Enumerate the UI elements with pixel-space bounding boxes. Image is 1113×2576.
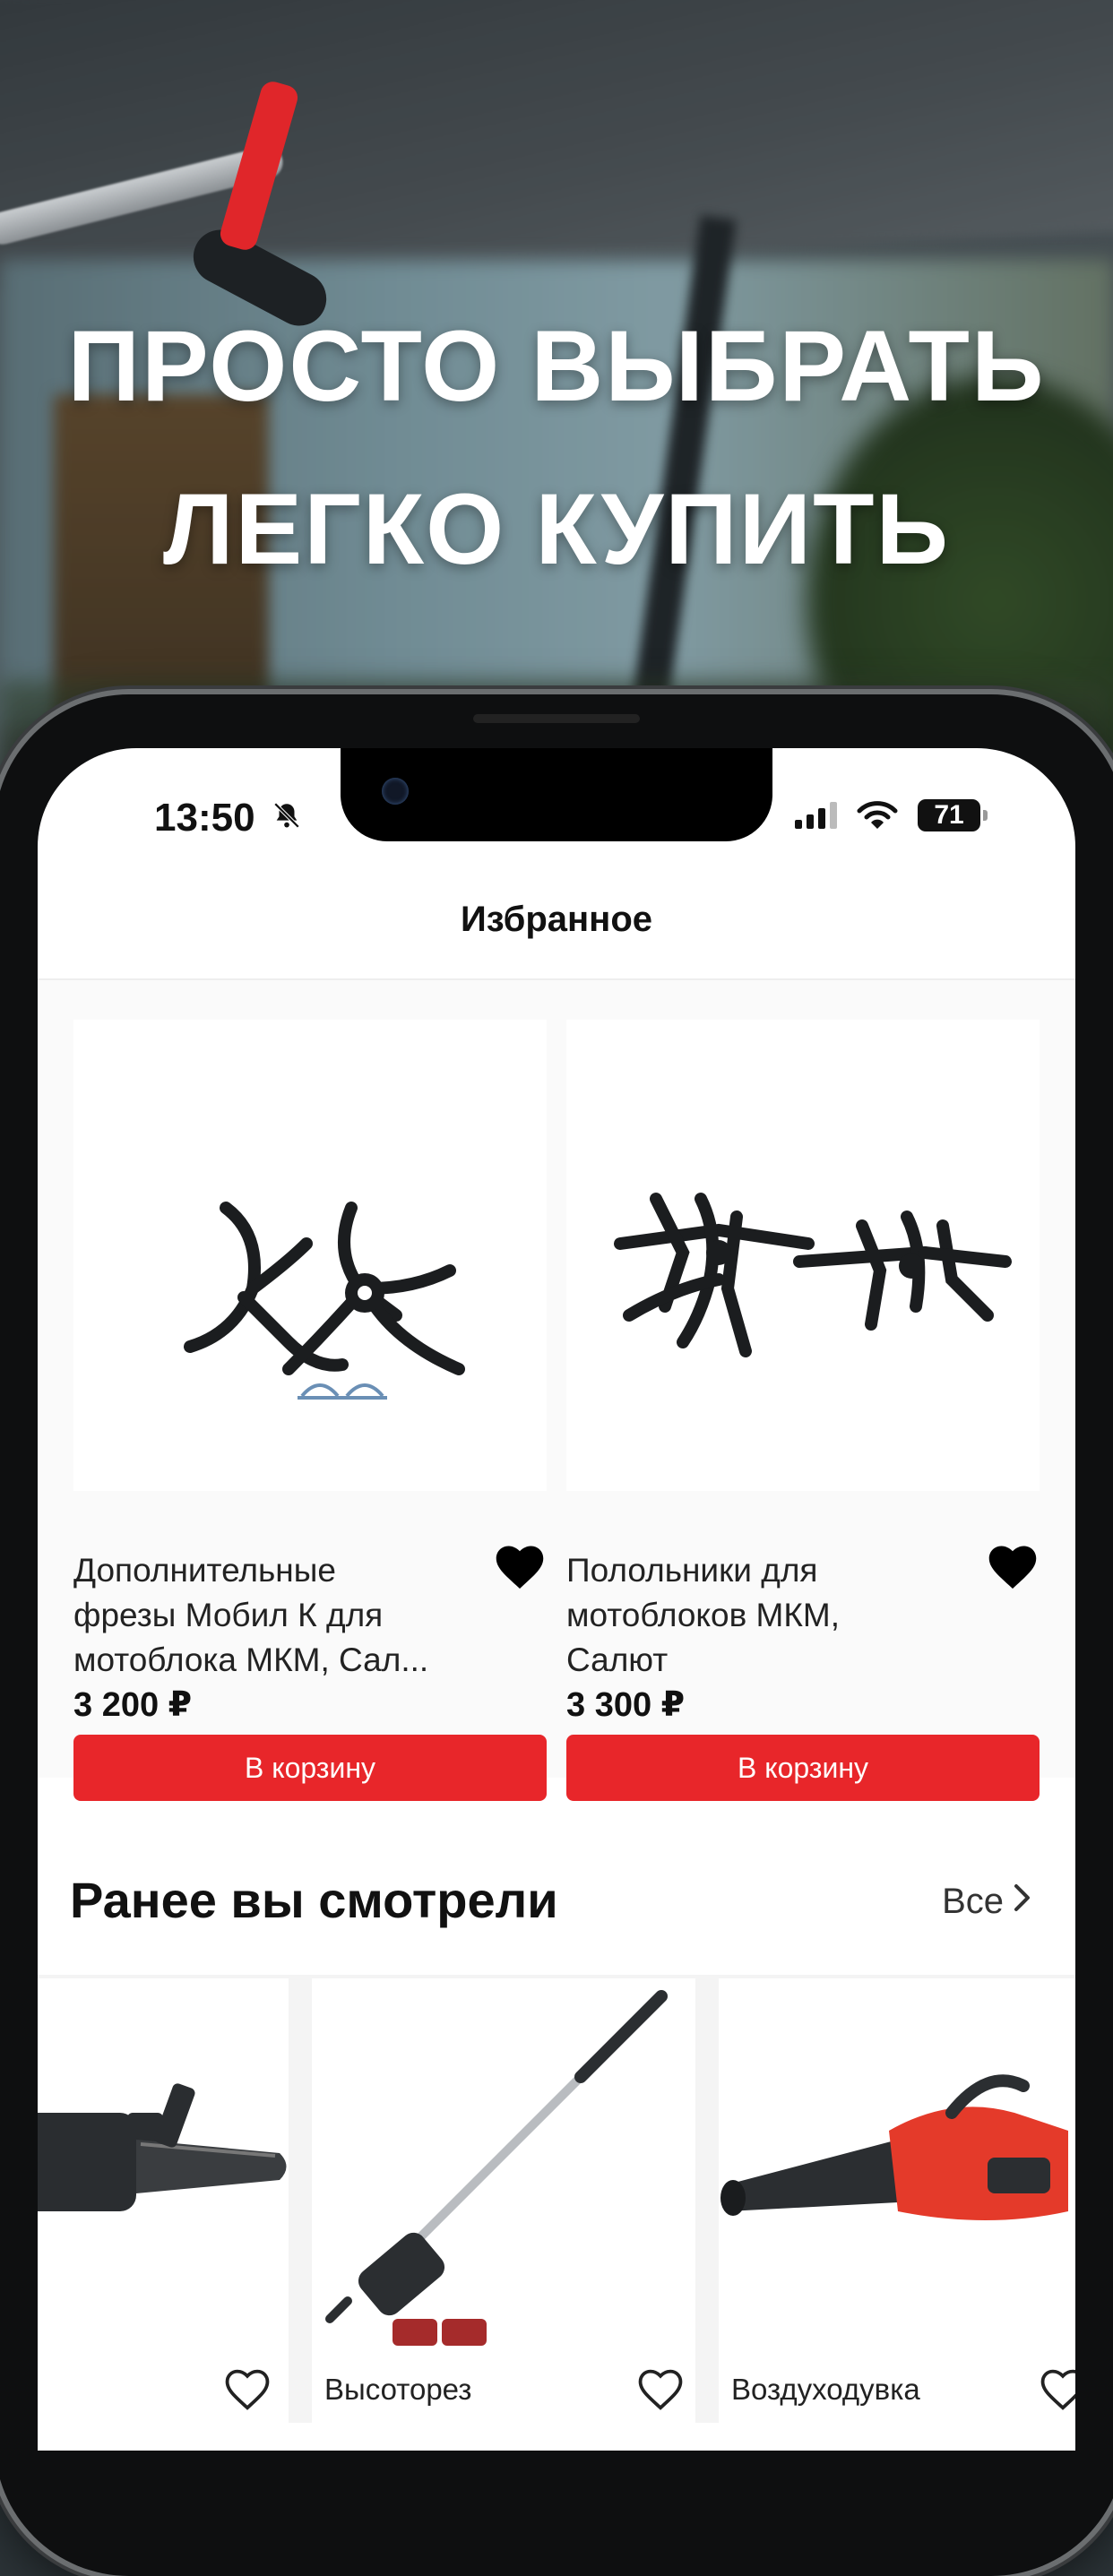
- recent-product-title: Высоторез: [324, 2373, 472, 2406]
- recent-product-title: Воздуходувка: [731, 2373, 920, 2406]
- favorite-heart-icon[interactable]: [493, 1541, 547, 1591]
- wifi-icon: [857, 800, 898, 831]
- battery-icon: 71: [918, 799, 988, 831]
- promo-headline: ПРОСТО ВЫБРАТЬ ЛЕГКО КУПИТЬ: [0, 285, 1113, 611]
- product-title[interactable]: Полольники для мотоблоков МКМ, Салют: [566, 1548, 979, 1683]
- bell-slash-icon: [272, 802, 302, 838]
- see-all-link[interactable]: Все: [942, 1882, 1032, 1922]
- status-time: 13:50: [154, 796, 302, 840]
- status-indicators: 71: [795, 799, 988, 831]
- product-image-leaf-blower: [720, 2074, 1068, 2220]
- product-image-tiller-cutters[interactable]: [73, 1020, 547, 1491]
- recent-product-card[interactable]: Высоторез: [312, 1978, 695, 2426]
- page-title: Избранное: [460, 900, 653, 939]
- status-time-text: 13:50: [154, 796, 255, 840]
- battery-level: 71: [934, 800, 964, 830]
- product-image-pole-saw: [325, 1990, 668, 2346]
- heart-outline-icon[interactable]: [634, 2365, 686, 2412]
- add-to-cart-button[interactable]: В корзину: [73, 1735, 547, 1801]
- product-price: 3 200 ₽: [73, 1686, 193, 1724]
- product-title[interactable]: Дополнительные фрезы Мобил К для мотобло…: [73, 1548, 486, 1683]
- recently-viewed-heading: Ранее вы смотрели: [70, 1872, 558, 1928]
- heart-outline-icon[interactable]: [221, 2365, 273, 2412]
- add-to-cart-button[interactable]: В корзину: [566, 1735, 1040, 1801]
- product-image-chainsaw: [38, 2083, 287, 2211]
- recent-product-card[interactable]: Воздуходувка: [719, 1978, 1075, 2426]
- chevron-right-icon: [1013, 1882, 1032, 1922]
- see-all-label: Все: [942, 1882, 1004, 1921]
- recent-product-card[interactable]: [38, 1978, 289, 2426]
- heart-outline-icon[interactable]: [1037, 2365, 1075, 2412]
- product-image-cultivator-weeders[interactable]: [566, 1020, 1040, 1491]
- cellular-signal-icon: [795, 802, 837, 829]
- promo-line-1: ПРОСТО ВЫБРАТЬ: [67, 310, 1046, 422]
- favorite-heart-icon[interactable]: [986, 1541, 1040, 1591]
- camera-icon: [382, 778, 409, 805]
- product-price: 3 300 ₽: [566, 1686, 686, 1724]
- promo-line-2: ЛЕГКО КУПИТЬ: [162, 473, 951, 585]
